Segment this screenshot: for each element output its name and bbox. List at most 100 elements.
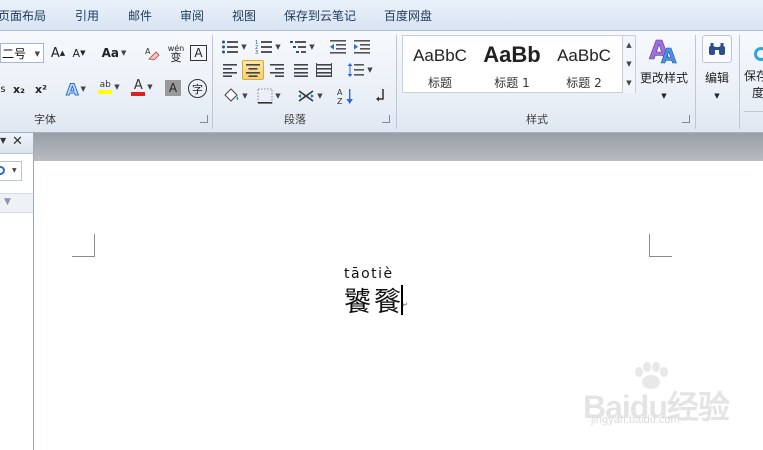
close-icon[interactable]: ✕ [12,134,23,149]
margin-corner-mark [72,234,95,257]
paragraph-group-label: 段落 [284,113,306,126]
change-case-button[interactable]: Aa ▼ [100,43,128,63]
svg-text:A: A [145,47,151,56]
grow-font-icon: A [50,45,60,61]
multilevel-list-icon [290,41,307,53]
enclose-character-icon: 字 [192,82,203,96]
group-separator [739,35,740,129]
numbering-button[interactable]: 1 2 3 ▼ [254,37,282,57]
gallery-more-icon[interactable]: ▼ [622,74,635,93]
tab-review[interactable]: 审阅 [180,0,204,30]
highlight-icon: ab [99,80,111,90]
chinese-layout-button[interactable]: ▼ [296,86,324,106]
align-left-icon [223,64,237,77]
justify-button[interactable] [291,60,311,80]
watermark: Baidu经验 jingyan.baidu.com [583,362,763,438]
tab-page-layout[interactable]: 页面布局 [0,0,46,30]
document-text[interactable]: 饕餮 [344,280,404,319]
navigation-pane: ▼ ✕ ▼ ▼ [0,133,34,450]
change-styles-label: 更改样式 [639,71,688,85]
margin-corner-mark [649,234,672,257]
shading-button[interactable]: ▼ [220,86,250,106]
paragraph-dialog-launcher-icon[interactable] [382,115,390,123]
distributed-button[interactable] [314,60,334,80]
chevron-down-icon: ▼ [661,92,667,100]
chevron-down-icon: ▼ [34,50,40,58]
tab-save-to-cloud-note[interactable]: 保存到云笔记 [284,0,356,30]
tab-baidu-netdisk[interactable]: 百度网盘 [384,0,432,30]
nav-tab-strip: ▼ [0,193,33,213]
font-size-select[interactable]: 二号 ▼ [0,43,44,63]
bullets-icon [222,40,239,54]
superscript-button[interactable]: x² [32,79,50,99]
align-right-icon [270,64,284,77]
ribbon: 二号 ▼ A ▲ A ▼ Aa ▼ A wén 变 A s x₂ x² A ▼ … [0,31,763,133]
gallery-scroll-down-icon[interactable]: ▼ [622,55,635,74]
paragraph-mark-icon [376,89,384,102]
grow-font-button[interactable]: A ▲ [48,43,68,63]
show-marks-button[interactable] [372,86,390,106]
clear-format-icon: A [145,47,160,61]
subscript-button[interactable]: x₂ [10,79,28,99]
editing-button[interactable]: 编辑 ▼ [700,35,734,107]
save-label-line2: 度 [752,86,763,100]
tab-references[interactable]: 引用 [75,0,99,30]
styles-group-label: 样式 [526,113,548,126]
highlight-color-button[interactable]: ab ▼ [95,77,123,97]
distributed-icon [316,63,332,77]
nav-search-box[interactable]: ▼ [0,161,22,181]
font-color-button[interactable]: A ▼ [128,77,156,97]
tab-view[interactable]: 视图 [232,0,256,30]
character-shading-button[interactable]: A [165,80,181,96]
ribbon-tab-bar: 页面布局 引用 邮件 审阅 视图 保存到云笔记 百度网盘 [0,0,763,31]
search-icon [0,166,5,175]
decrease-indent-button[interactable] [328,37,348,57]
style-heading-1[interactable]: AaBb 标题 1 [477,36,547,94]
enclose-character-button[interactable]: 字 [188,79,207,98]
line-spacing-button[interactable]: ▼ [346,60,374,80]
borders-icon [257,88,273,104]
clear-format-button[interactable]: A [142,43,162,63]
character-shading-icon: A [168,81,178,95]
align-center-icon [246,64,260,77]
numbering-icon: 1 2 3 [255,40,273,55]
align-right-button[interactable] [267,60,287,80]
shrink-font-button[interactable]: A ▼ [69,43,89,63]
style-heading-2[interactable]: AaBbC 标题 2 [549,36,619,94]
change-styles-icon: A A [649,36,678,65]
styles-dialog-launcher-icon[interactable] [682,115,690,123]
sort-button[interactable]: A Z [336,86,356,106]
character-border-icon: A [194,46,203,60]
highlight-color-swatch [98,90,113,94]
subscript-icon: x₂ [13,82,25,96]
borders-button[interactable]: ▼ [254,86,284,106]
character-border-button[interactable]: A [190,45,207,61]
text-effect-button[interactable]: A ▼ [62,79,90,99]
align-center-button[interactable] [242,60,264,80]
style-name: 标题 1 [494,76,530,90]
save-to-cloud-button[interactable]: 保存 度 [744,35,763,107]
style-sample: AaBbC [413,46,467,65]
increase-indent-button[interactable] [352,37,372,57]
multilevel-list-button[interactable]: ▼ [288,37,316,57]
strikethrough-icon: s [0,83,6,95]
gallery-scroll-up-icon[interactable]: ▲ [622,36,635,55]
strikethrough-button[interactable]: s [0,79,6,99]
shrink-font-icon: A [72,46,81,60]
style-title[interactable]: AaBbC 标题 [405,36,475,94]
nav-pane-menu-icon[interactable]: ▼ [0,136,6,145]
sort-icon: A Z [337,88,353,105]
font-dialog-launcher-icon[interactable] [200,115,208,123]
chevron-down-icon: ▼ [12,167,17,174]
change-case-icon: Aa [101,46,119,60]
align-left-button[interactable] [220,60,240,80]
bullets-button[interactable]: ▼ [220,37,248,57]
phonetic-guide-button[interactable]: wén 变 [166,43,186,63]
font-group-label: 字体 [34,113,56,126]
tab-mailings[interactable]: 邮件 [128,0,152,30]
chevron-down-icon[interactable]: ▼ [4,197,11,207]
font-color-icon: A [133,77,143,93]
group-separator [396,35,397,129]
change-styles-button[interactable]: A A 更改样式 ▼ [639,35,689,107]
text-effect-icon: A [66,79,79,99]
